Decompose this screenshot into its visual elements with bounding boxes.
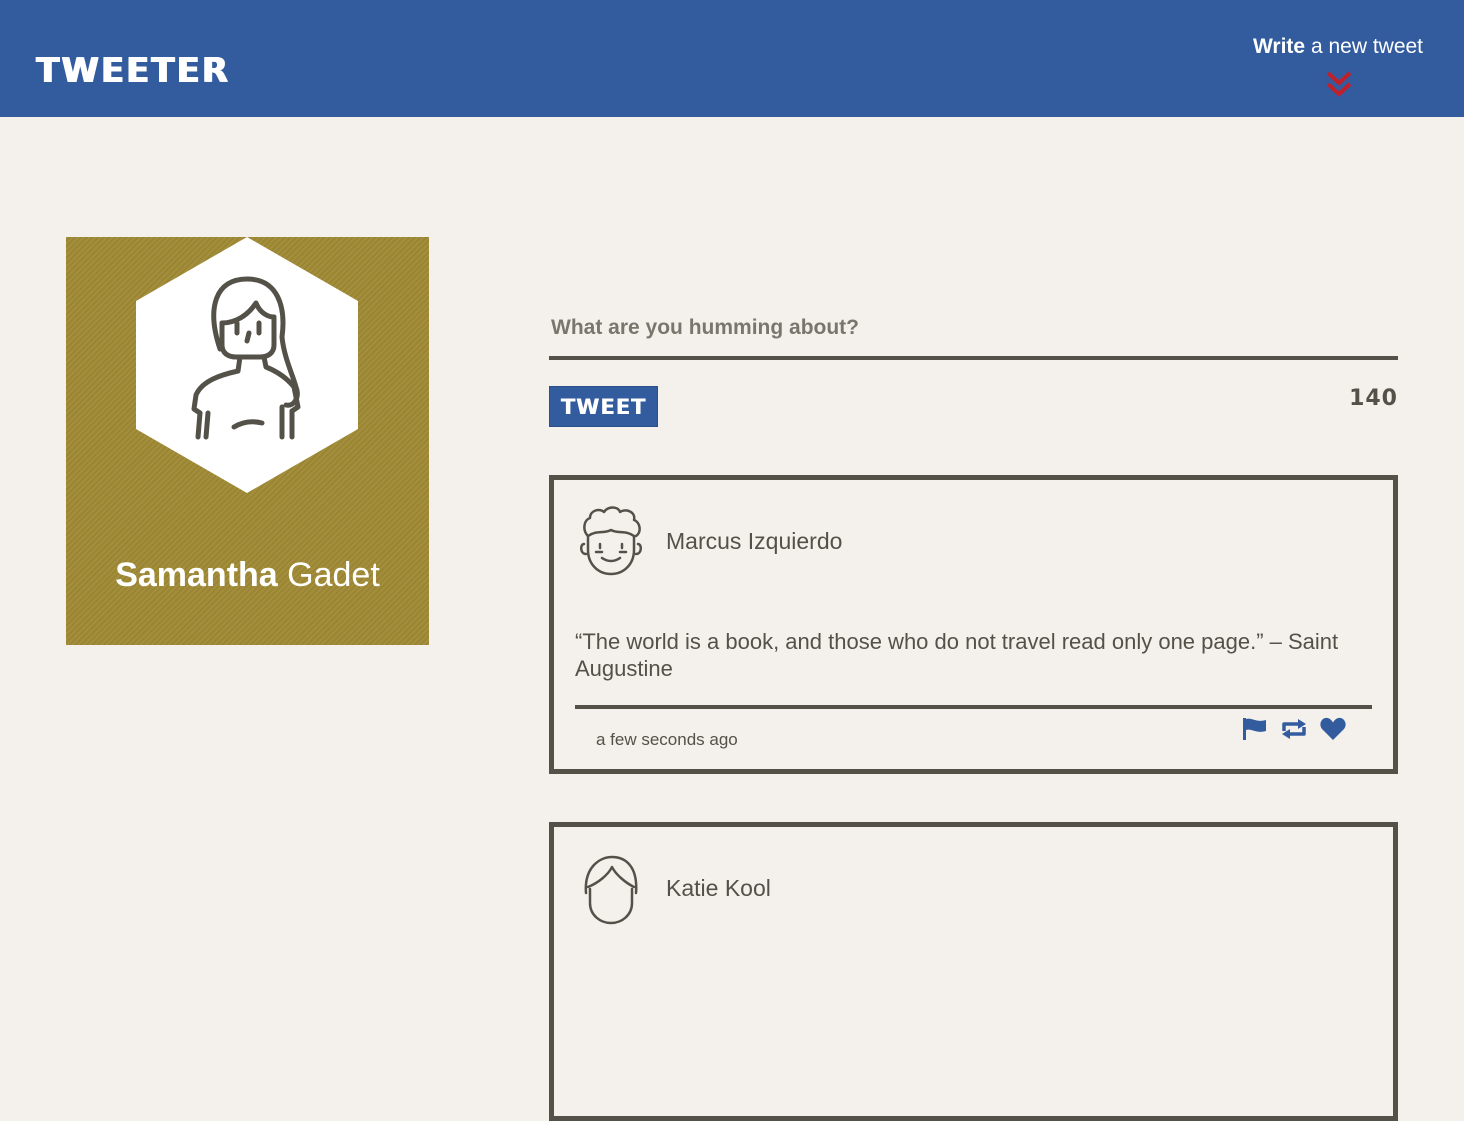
tweet-submit-button[interactable]: TWEET	[549, 386, 658, 427]
man-curly-hair-avatar-icon	[580, 506, 642, 576]
top-nav: TWEETER Write a new tweet	[0, 0, 1464, 117]
heart-icon[interactable]	[1320, 717, 1346, 741]
tweet-divider	[575, 705, 1372, 709]
woman-avatar-icon	[136, 237, 358, 493]
flag-icon[interactable]	[1242, 717, 1268, 741]
person-avatar-icon	[584, 855, 638, 925]
retweet-icon[interactable]	[1280, 717, 1308, 741]
compose-toggle-label: Write a new tweet	[1252, 35, 1424, 58]
tweet-card: Marcus Izquierdo “The world is a book, a…	[549, 475, 1398, 774]
profile-card: Samantha Gadet	[66, 237, 429, 645]
new-tweet-form: TWEET 140	[549, 300, 1398, 427]
profile-name: Samantha Gadet	[115, 556, 380, 594]
tweet-body: “The world is a book, and those who do n…	[575, 629, 1339, 681]
tweet-text-input[interactable]	[549, 300, 1398, 360]
brand-logo[interactable]: TWEETER	[36, 52, 230, 90]
character-counter: 140	[1349, 386, 1398, 411]
tweet-timestamp: a few seconds ago	[596, 730, 738, 749]
tweet-author-name: Marcus Izquierdo	[666, 528, 843, 554]
double-chevron-down-icon	[1326, 71, 1352, 97]
tweet-card: Katie Kool	[549, 822, 1398, 1121]
tweet-author-name: Katie Kool	[666, 875, 771, 901]
compose-toggle-button[interactable]: Write a new tweet	[1240, 30, 1436, 100]
